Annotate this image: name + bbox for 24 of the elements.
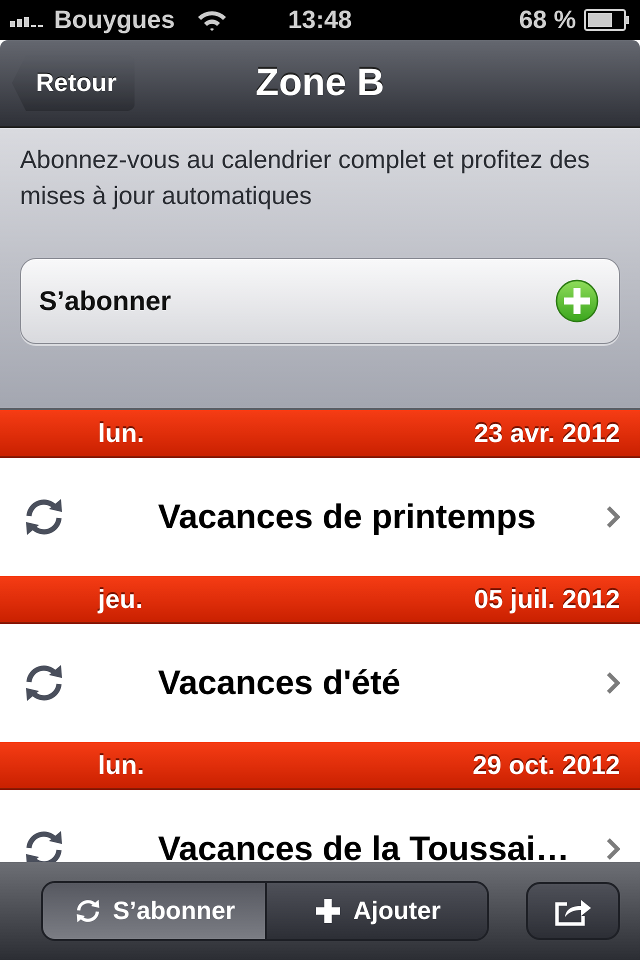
screen-title: Zone B [254,62,386,104]
wifi-icon [196,9,227,31]
share-button[interactable] [526,882,620,940]
date-label: 23 avr. 2012 [474,418,620,448]
chevron-icon [606,505,620,529]
status-time: 13:48 [287,6,353,34]
battery-icon [584,9,630,31]
chevron-icon [606,671,620,695]
event-title: Vacances de printemps [158,498,537,536]
battery-percentage: 68 % [519,6,576,34]
subscribe-button[interactable]: S’abonner [20,258,620,344]
segment-button[interactable]: Ajouter [265,883,487,939]
event-title: Vacances de la Toussai… [158,830,570,862]
carrier-name: Bouygues [54,6,175,34]
day-label: jeu. [98,584,143,614]
day-label: lun. [98,750,144,780]
date-label: 05 juil. 2012 [474,584,620,614]
date-label: 29 oct. 2012 [472,750,620,780]
subscribe-message: Abonnez-vous au calendrier complet et profitez des mises à jour automatiques [20,145,591,212]
day-label: lun. [98,418,144,448]
chevron-icon [606,837,620,861]
segment-button[interactable]: S’abonner [43,883,265,939]
add-icon [555,279,599,323]
event-title: Vacances d'été [158,664,402,702]
